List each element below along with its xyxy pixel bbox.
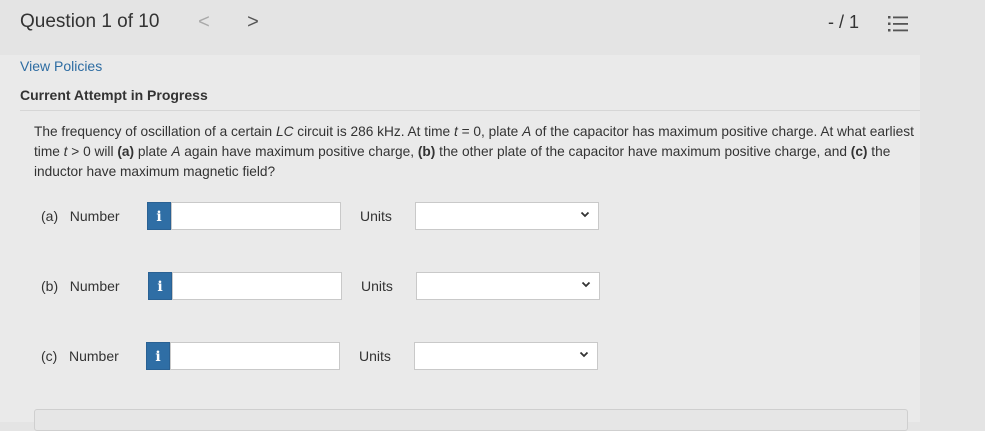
units-select-b[interactable] [416,272,600,300]
units-label: Units [359,348,391,364]
units-label: Units [360,208,392,224]
question-counter: Question 1 of 10 [20,11,160,32]
number-input-b[interactable] [172,272,342,300]
units-select-c[interactable] [414,342,598,370]
list-icon[interactable] [888,15,908,33]
chevron-down-icon [580,211,590,218]
number-input-c[interactable] [170,342,340,370]
question-text: The frequency of oscillation of a certai… [34,122,914,182]
answer-row-a: (a) Number i Units [0,200,920,232]
part-label: (a) Number [41,208,120,224]
answer-row-b: (b) Number i Units [0,270,920,302]
info-icon[interactable]: i [147,202,171,230]
info-icon[interactable]: i [146,342,170,370]
question-text-run: (a) [117,144,135,159]
question-text-run: LC [275,124,294,139]
previous-question-button[interactable]: < [194,10,214,34]
question-text-run: > 0 will [67,144,118,159]
part-label: (b) Number [41,278,120,294]
question-text-run: circuit is 286 kHz. At time [293,124,454,139]
top-bar: Question 1 of 10 < > - / 1 [0,0,985,48]
question-text-run: again have maximum positive charge, [180,144,418,159]
divider [20,110,920,111]
question-text-run: the other plate of the capacitor have ma… [435,144,851,159]
attempt-status: Current Attempt in Progress [20,87,208,103]
units-label: Units [361,278,393,294]
question-text-run: = 0, plate [457,124,523,139]
number-input-a[interactable] [171,202,341,230]
chevron-down-icon [581,281,591,288]
question-text-run: (c) [850,144,868,159]
next-question-button[interactable]: > [243,10,263,34]
info-icon[interactable]: i [148,272,172,300]
answer-row-c: (c) Number i Units [0,340,920,372]
question-text-run: A [522,124,532,139]
submit-area [34,409,908,431]
units-select-a[interactable] [415,202,599,230]
chevron-down-icon [579,351,589,358]
question-text-run: (b) [417,144,436,159]
question-text-run: The frequency of oscillation of a certai… [34,124,276,139]
question-text-run: plate [134,144,172,159]
part-label: (c) Number [41,348,119,364]
view-policies-link[interactable]: View Policies [20,58,102,74]
score-display: - / 1 [828,12,860,32]
